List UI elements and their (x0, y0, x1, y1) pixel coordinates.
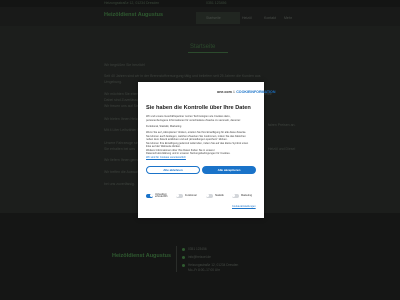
deny-all-button[interactable]: Alle ablehnen (146, 166, 200, 174)
content-text: Sie erhalten bei uns (104, 147, 135, 151)
brand-onecom: one.com (217, 90, 232, 94)
category-label-statistics: Statistik (215, 194, 224, 198)
cookie-settings-link[interactable]: Cookie-Einstellungen (232, 205, 256, 208)
toggle-functional[interactable] (176, 194, 183, 198)
nav-item-home[interactable]: Startseite (206, 16, 221, 20)
consent-brand-logo: one.com & COOKIEINFORMATION (217, 90, 275, 94)
toggle-statistics[interactable] (206, 194, 213, 198)
footer-logo: Heizöldienst Augustus (112, 253, 172, 259)
footer-email[interactable]: info@heizoel.de (188, 255, 211, 259)
topbar-phone: 0351 123456 (206, 1, 227, 5)
nav-item-contact[interactable]: Kontakt (264, 16, 276, 20)
mail-icon (182, 256, 185, 259)
consent-title: Sie haben die Kontrolle über Ihre Daten (146, 105, 251, 111)
nav-item-heizoel[interactable]: Heizöl (242, 16, 252, 20)
toggle-knob (149, 194, 153, 198)
brand-cookieinformation: COOKIEINFORMATION (236, 90, 276, 94)
toggle-knob (232, 194, 236, 198)
category-label-necessary: Unbedingt erforderlich (155, 192, 173, 200)
content-text: Umgebung. (104, 80, 123, 84)
content-text: Wir freuen uns auf Sie. (104, 104, 140, 108)
footer-address: Heizungsstraße 12, 01234 Dresden (188, 263, 239, 267)
cookie-responsibility-link[interactable]: Wir sind für Cookies verantwortlich (146, 156, 186, 159)
content-text: Seit 40 Jahren sind wir in der Brennstof… (104, 74, 261, 78)
content-text: Heizöl und Diesel (268, 147, 296, 151)
content-text: Wir treffen die Auswahl (104, 170, 140, 174)
content-text: Wir begrüßen Sie herzlich! (104, 63, 146, 67)
consent-intro-text: personenbezogene Informationen für versc… (146, 118, 241, 122)
topbar-address: Heizungsstraße 12, 01234 Dresden (104, 1, 160, 5)
category-label-functional: Funktional (185, 194, 197, 198)
footer-hours: Mo–Fr 8:00–17:00 Uhr (188, 268, 221, 272)
page-title: Startseite (190, 44, 216, 50)
location-icon (182, 264, 185, 267)
accept-all-button[interactable]: Alle akzeptieren (202, 166, 256, 174)
site-logo[interactable]: Heizöldienst Augustus (104, 12, 163, 18)
content-text: Wir liefern Ihnen gerne (104, 158, 140, 162)
footer-divider (176, 246, 177, 272)
toggle-necessary[interactable] (146, 194, 153, 198)
toggle-marketing[interactable] (232, 194, 239, 198)
nav-item-more[interactable]: Mehr (284, 16, 292, 20)
footer-phone[interactable]: 0351 123456 (188, 247, 207, 251)
consent-purposes: Funktional, Statistik, Marketing (146, 125, 182, 128)
top-info-bar: Heizungsstraße 12, 01234 Dresden 0351 12… (0, 0, 400, 7)
brand-ampersand: & (232, 90, 236, 94)
category-label-marketing: Marketing (241, 194, 252, 198)
content-text: fairen Preisen an. (268, 123, 296, 127)
phone-icon (182, 248, 185, 251)
toggle-knob (206, 194, 210, 198)
title-underline (188, 52, 228, 53)
content-text: bei uns zuverlässig. (104, 182, 135, 186)
toggle-knob (176, 194, 180, 198)
category-label-text: Unbedingt erforderlich (155, 192, 168, 199)
